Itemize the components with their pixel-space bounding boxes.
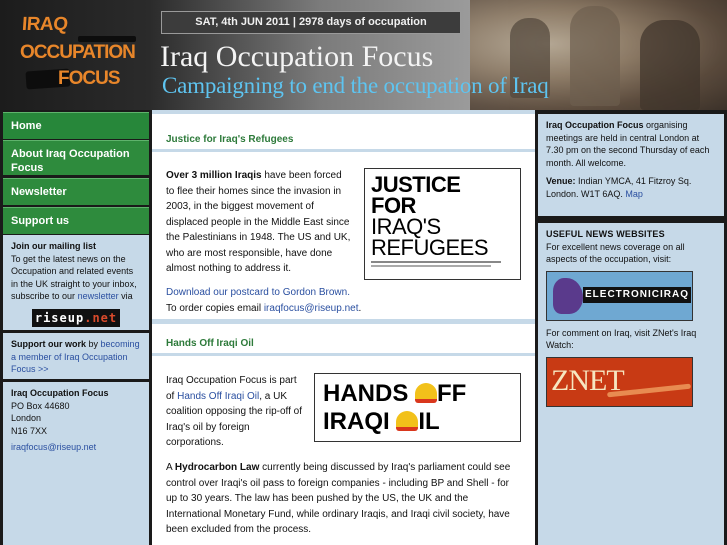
electronic-iraq-banner[interactable]: ELECTRONICIRAQ xyxy=(546,270,693,321)
poster-line-2: FOR xyxy=(371,193,416,218)
meetings-bold: Iraq Occupation Focus xyxy=(546,120,644,130)
support-lead: Support our work xyxy=(11,339,86,349)
refugees-text: have been forced to flee their homes sin… xyxy=(166,170,351,274)
date-bar: SAT, 4th JUN 2011 | 2978 days of occupat… xyxy=(161,11,461,34)
mailing-list-box: Join our mailing list To get the latest … xyxy=(3,235,149,330)
nav-support-us[interactable]: Support us xyxy=(3,207,149,234)
hoo-ff: FF xyxy=(437,380,467,407)
mailing-heading: Join our mailing list xyxy=(11,241,97,251)
hoo-iraqi: IRAQI xyxy=(323,408,397,435)
nav-newsletter[interactable]: Newsletter xyxy=(3,178,149,205)
shell-icon xyxy=(396,411,419,431)
logo-line-2: OCCUPATION xyxy=(20,42,136,63)
refugees-poster-image[interactable]: JUSTICE FOR IRAQ'S REFUGEES xyxy=(364,168,521,280)
postcard-paragraph: Download our postcard to Gordon Brown. T… xyxy=(166,285,526,316)
riseup-logo[interactable]: riseup.net xyxy=(32,308,120,327)
znet-banner[interactable]: ZNET xyxy=(546,356,693,407)
right-sidebar: Iraq Occupation Focus organising meeting… xyxy=(535,110,727,545)
poster-line-4: REFUGEES xyxy=(371,235,489,260)
iraq-map-icon xyxy=(553,277,583,314)
shell-icon xyxy=(415,383,438,403)
left-sidebar: Home About Iraq Occupation Focus Newslet… xyxy=(0,110,152,545)
news-heading: USEFUL NEWS WEBSITES xyxy=(546,229,665,239)
copies-text: To order copies email xyxy=(166,302,262,314)
riseup-word: riseup xyxy=(34,310,85,325)
news-text: For excellent news coverage on all aspec… xyxy=(546,241,685,265)
logo-line-1: IRAQ xyxy=(21,14,69,35)
support-box: Support our work by becoming a member of… xyxy=(3,333,149,379)
hands-off-oil-logo[interactable]: HANDS FF IRAQI IL xyxy=(314,373,521,442)
site-logo[interactable]: IRAQ OCCUPATION FOCUS xyxy=(18,8,138,98)
news-websites-box: USEFUL NEWS WEBSITES For excellent news … xyxy=(538,223,724,545)
poster-line-3: IRAQ'S xyxy=(371,214,441,239)
address-box: Iraq Occupation Focus PO Box 44680 Londo… xyxy=(3,382,149,545)
section-title-oil: Hands Off Iraqi Oil xyxy=(166,338,254,349)
znet-text: For comment on Iraq, visit ZNet's Iraq W… xyxy=(546,327,697,351)
address-line-1: PO Box 44680 xyxy=(11,400,70,411)
hydrocarbon-pre: A xyxy=(166,462,173,473)
address-line-2: London xyxy=(11,413,42,423)
address-name: Iraq Occupation Focus xyxy=(11,388,109,398)
main-content: Justice for Iraq's Refugees Over 3 milli… xyxy=(152,110,535,545)
poster-line-1: JUSTICE xyxy=(371,172,461,197)
oil-paragraph: Iraq Occupation Focus is part of Hands O… xyxy=(166,373,306,451)
contact-email-link[interactable]: iraqfocus@riseup.net xyxy=(11,442,96,452)
venue-label: Venue: xyxy=(546,176,576,186)
hoo-hands: HANDS xyxy=(323,380,416,407)
copies-period: . xyxy=(358,302,362,314)
hydrocarbon-bold: Hydrocarbon Law xyxy=(174,462,260,473)
address-line-3: N16 7XX xyxy=(11,425,48,436)
mailing-after: via xyxy=(121,291,133,301)
newsletter-link[interactable]: newsletter xyxy=(78,291,119,301)
site-header: IRAQ OCCUPATION FOCUS SAT, 4th JUN 2011 … xyxy=(0,0,727,110)
logo-line-3: FOCUS xyxy=(58,68,120,89)
postcard-download-link[interactable]: Download our postcard to Gordon Brown. xyxy=(166,287,350,298)
hands-off-oil-link[interactable]: Hands Off Iraqi Oil xyxy=(177,391,259,402)
page: IRAQ OCCUPATION FOCUS SAT, 4th JUN 2011 … xyxy=(0,0,727,545)
nav-about[interactable]: About Iraq Occupation Focus xyxy=(3,140,149,175)
electronic-iraq-label: ELECTRONICIRAQ xyxy=(583,286,691,303)
site-title: Iraq Occupation Focus xyxy=(160,40,434,73)
site-tagline: Campaigning to end the occupation of Ira… xyxy=(162,73,549,98)
support-pre: by xyxy=(88,339,99,349)
copies-email-link[interactable]: iraqfocus@riseup.net xyxy=(264,303,359,314)
hydrocarbon-paragraph: A Hydrocarbon Law currently being discus… xyxy=(166,460,522,538)
refugees-paragraph: Over 3 million Iraqis have been forced t… xyxy=(166,168,352,277)
section-title-refugees: Justice for Iraq's Refugees xyxy=(166,134,294,145)
hoo-il: IL xyxy=(418,408,440,435)
meetings-box: Iraq Occupation Focus organising meeting… xyxy=(538,114,724,216)
venue-map-link[interactable]: Map xyxy=(625,189,643,199)
nav-home[interactable]: Home xyxy=(3,112,149,139)
riseup-dot: .net xyxy=(84,310,118,325)
refugees-bold: Over 3 million Iraqis xyxy=(166,170,262,181)
